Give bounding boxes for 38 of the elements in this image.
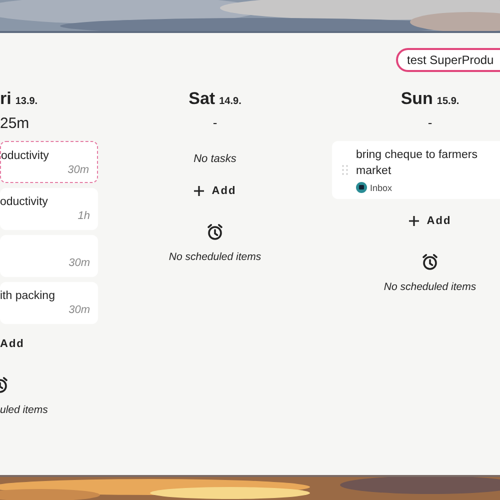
day-name: Sun [400, 89, 433, 109]
task-title: oductivity [0, 196, 48, 210]
day-date: 13.9. [15, 96, 38, 107]
search-field[interactable]: test SuperProdu [396, 48, 500, 72]
inbox-icon [356, 182, 367, 193]
plus-icon [408, 216, 419, 226]
task-card[interactable]: oductivity 30m [0, 141, 98, 183]
empty-message: No tasks [194, 153, 236, 165]
add-button[interactable]: Add [0, 338, 24, 350]
day-total: - [428, 115, 432, 132]
day-date: 14.9. [219, 96, 242, 107]
plus-icon [194, 186, 204, 196]
task-duration: 1h [78, 210, 90, 224]
day-total: - [212, 115, 218, 132]
task-title: ith packing [0, 290, 55, 304]
scheduled-message: No scheduled items [168, 251, 262, 263]
day-total: 25m [0, 115, 30, 134]
scheduled-message: No scheduled items [384, 281, 476, 293]
task-card[interactable]: ith packing 30m [0, 282, 98, 324]
task-duration: 30m [68, 304, 90, 318]
alarm-clock-icon [0, 376, 9, 394]
task-duration: 30m [68, 257, 90, 271]
drag-handle-icon[interactable] [342, 165, 348, 175]
add-button[interactable]: Add [408, 215, 452, 227]
alarm-clock-icon [421, 253, 439, 271]
day-date: 15.9. [436, 96, 460, 107]
task-title: bring cheque to farmers market [356, 148, 478, 179]
task-duration: 30m [68, 164, 89, 178]
task-card[interactable]: oductivity 1h [0, 188, 98, 230]
scheduled-message: uled items [0, 404, 48, 416]
day-name: ri [0, 89, 12, 109]
alarm-clock-icon [206, 223, 224, 241]
task-title: oductivity [1, 150, 49, 164]
project-label: Inbox [370, 182, 392, 192]
task-card[interactable]: 30m [0, 235, 98, 277]
day-name: Sat [188, 89, 216, 109]
add-button[interactable]: Add [194, 185, 236, 197]
task-card[interactable]: bring cheque to farmers market Inbox [332, 141, 500, 199]
